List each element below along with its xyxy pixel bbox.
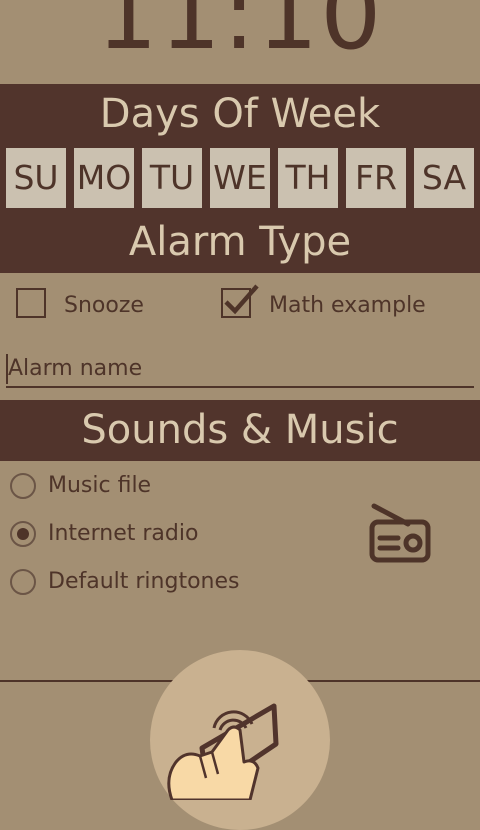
sounds-music-title: Sounds & Music [81, 407, 399, 453]
day-toggle-saturday[interactable]: SA [414, 148, 474, 208]
alarm-type-title: Alarm Type [128, 219, 352, 265]
swipe-hand-icon [167, 703, 279, 800]
math-example-checkbox[interactable] [221, 284, 259, 318]
sounds-music-header: Sounds & Music [0, 400, 480, 461]
music-file-option[interactable]: Music file [10, 468, 310, 504]
radio-icon [369, 503, 431, 563]
day-toggle-monday[interactable]: MO [74, 148, 134, 208]
days-of-week-title: Days Of Week [99, 91, 381, 137]
music-file-label: Music file [48, 473, 152, 498]
days-of-week-row: SU MO TU WE TH FR SA [0, 144, 480, 212]
alarm-name-input[interactable]: Alarm name [6, 350, 474, 388]
internet-radio-option[interactable]: Internet radio [10, 516, 310, 552]
math-example-option[interactable]: Math example [221, 284, 471, 326]
snooze-checkbox[interactable] [16, 288, 46, 318]
internet-radio-label: Internet radio [48, 521, 199, 546]
day-toggle-sunday[interactable]: SU [6, 148, 66, 208]
days-of-week-header: Days Of Week [0, 84, 480, 144]
day-toggle-thursday[interactable]: TH [278, 148, 338, 208]
day-toggle-friday[interactable]: FR [346, 148, 406, 208]
swipe-to-save-button[interactable] [150, 650, 330, 830]
snooze-option[interactable]: Snooze [16, 286, 216, 326]
music-file-radio[interactable] [10, 473, 36, 499]
default-ringtones-option[interactable]: Default ringtones [10, 564, 310, 600]
internet-radio-radio[interactable] [10, 521, 36, 547]
math-example-label: Math example [269, 293, 426, 318]
default-ringtones-radio[interactable] [10, 569, 36, 595]
alarm-name-placeholder: Alarm name [8, 356, 143, 381]
day-toggle-tuesday[interactable]: TU [142, 148, 202, 208]
snooze-label: Snooze [64, 293, 144, 318]
checkmark-icon [224, 284, 259, 315]
default-ringtones-label: Default ringtones [48, 569, 240, 594]
clock-time: 11:10 [96, 0, 384, 71]
day-toggle-wednesday[interactable]: WE [210, 148, 270, 208]
alarm-type-header: Alarm Type [0, 212, 480, 273]
